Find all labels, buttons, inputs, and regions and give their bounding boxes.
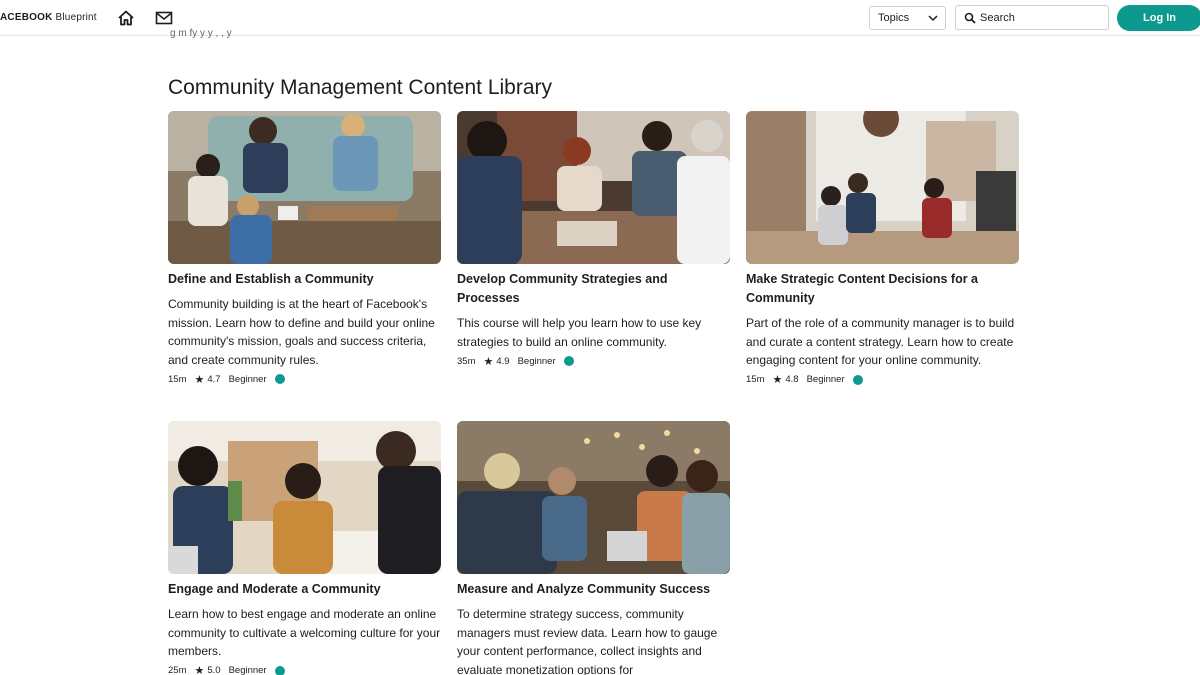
course-level: Beginner [228, 665, 267, 675]
page-title: Community Management Content Library [168, 76, 553, 99]
course-duration: 35m [457, 355, 476, 367]
scrolled-cutoff-text: g m fy y y , , y [170, 28, 232, 38]
course-level: Beginner [517, 355, 556, 367]
course-image[interactable] [457, 421, 730, 574]
course-image[interactable] [168, 421, 441, 574]
mail-icon[interactable] [155, 9, 173, 27]
search-input[interactable]: Search [955, 5, 1109, 30]
star-icon: ★ [483, 355, 494, 368]
course-duration: 15m [746, 374, 765, 386]
search-icon [964, 12, 976, 24]
course-level: Beginner [806, 374, 845, 386]
course-title[interactable]: Measure and Analyze Community Success [457, 580, 730, 599]
course-title[interactable]: Define and Establish a Community [168, 270, 441, 289]
course-meta: 35m ★ 4.9 Beginner [457, 353, 730, 369]
search-placeholder: Search [980, 11, 1015, 24]
course-card[interactable]: Make Strategic Content Decisions for a C… [746, 111, 1019, 388]
course-description: To determine strategy success, community… [457, 607, 718, 675]
brand-logo[interactable]: ACEBOOK Blueprint [0, 12, 97, 23]
course-meta: 15m ★ 4.7 Beginner [168, 371, 441, 387]
star-icon: ★ [194, 665, 205, 675]
course-rating: 5.0 [207, 665, 221, 675]
course-title[interactable]: Develop Community Strategies and Process… [457, 270, 730, 308]
course-rating: 4.9 [496, 355, 510, 367]
course-card[interactable]: Measure and Analyze Community Success To… [457, 421, 730, 675]
topics-label: Topics [878, 12, 910, 24]
brand-main-text: ACEBOOK [0, 12, 53, 23]
star-icon: ★ [772, 374, 783, 387]
course-image[interactable] [746, 111, 1019, 264]
course-rating: 4.7 [207, 373, 221, 385]
login-button[interactable]: Log In [1117, 5, 1200, 31]
level-indicator-icon [563, 356, 574, 367]
course-card[interactable]: Define and Establish a Community Communi… [168, 111, 441, 387]
course-meta: 15m ★ 4.8 Beginner [746, 372, 1019, 388]
course-description: Learn how to best engage and moderate an… [168, 607, 441, 659]
course-image[interactable] [168, 111, 441, 264]
course-description: Part of the role of a community manager … [746, 316, 1015, 368]
course-description: Community building is at the heart of Fa… [168, 297, 435, 367]
course-title[interactable]: Engage and Moderate a Community [168, 580, 441, 599]
course-title[interactable]: Make Strategic Content Decisions for a C… [746, 270, 1019, 308]
topics-dropdown[interactable]: Topics [869, 6, 946, 30]
course-duration: 15m [168, 373, 187, 385]
course-duration: 25m [168, 665, 187, 675]
course-meta: 25m ★ 5.0 Beginner [168, 663, 441, 675]
level-indicator-icon [274, 374, 285, 385]
course-description: This course will help you learn how to u… [457, 316, 702, 349]
home-icon[interactable] [117, 9, 135, 27]
course-rating: 4.8 [785, 374, 799, 386]
course-card[interactable]: Engage and Moderate a Community Learn ho… [168, 421, 441, 675]
course-card[interactable]: Develop Community Strategies and Process… [457, 111, 730, 369]
level-indicator-icon [274, 665, 285, 675]
course-image[interactable] [457, 111, 730, 264]
star-icon: ★ [194, 373, 205, 386]
chevron-down-icon [927, 12, 939, 24]
level-indicator-icon [852, 374, 863, 385]
course-level: Beginner [228, 373, 267, 385]
brand-sub-text: Blueprint [55, 12, 97, 23]
